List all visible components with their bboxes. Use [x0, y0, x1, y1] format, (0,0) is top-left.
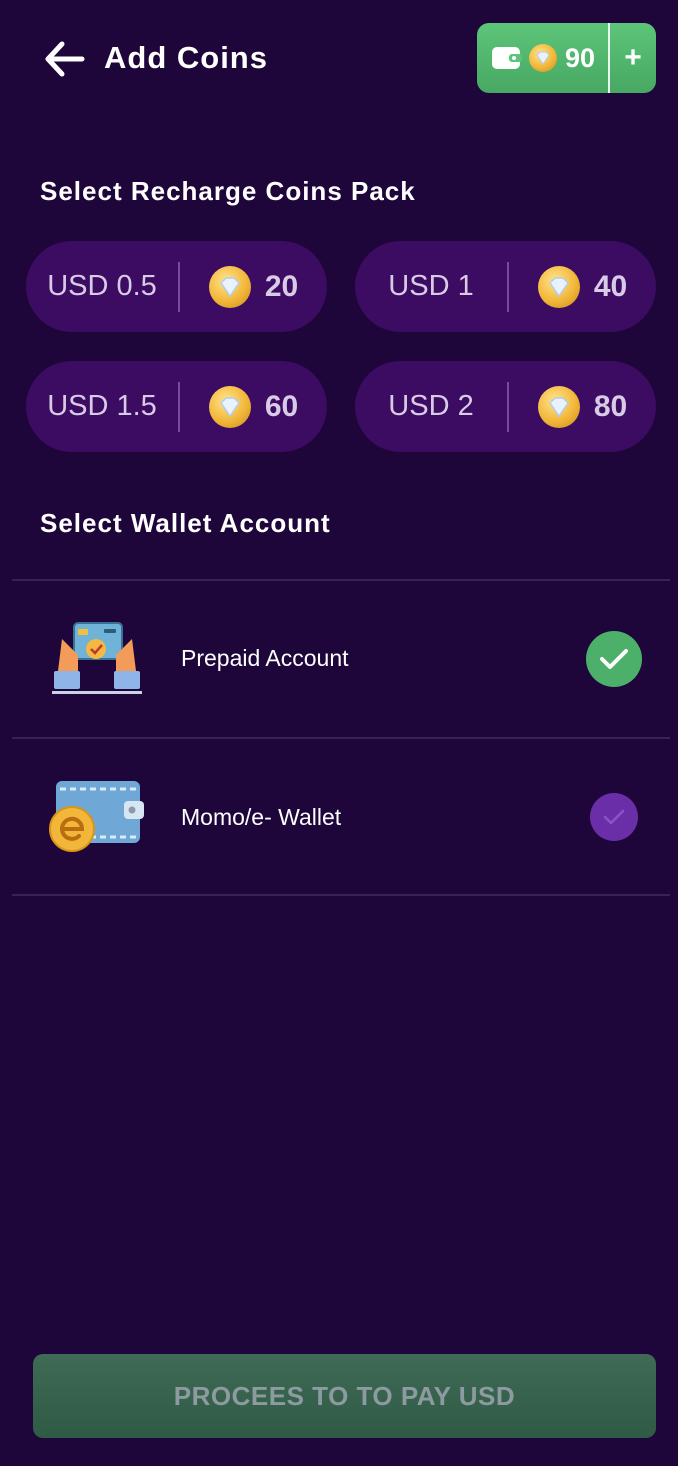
e-wallet-icon: [49, 781, 144, 852]
recharge-section-title: Select Recharge Coins Pack: [40, 176, 416, 206]
prepaid-card-icon: [52, 622, 142, 694]
coin-pack-3[interactable]: USD 1.5 60: [26, 361, 327, 452]
coin-balance: 90: [565, 42, 596, 73]
add-coins-screen: Add Coins 90 + Select Recharge Coins Pac…: [0, 0, 678, 1466]
wallet-balance[interactable]: 90: [477, 23, 608, 93]
pack-coins: 60: [264, 389, 299, 423]
wallet-option-prepaid[interactable]: Prepaid Account: [12, 581, 670, 737]
check-icon: [600, 649, 628, 669]
add-coins-button[interactable]: +: [610, 23, 656, 93]
coin-pack-1[interactable]: USD 0.5 20: [26, 241, 327, 332]
wallet-option-label: Momo/e- Wallet: [181, 804, 342, 830]
pack-price: USD 2: [388, 390, 474, 422]
coin-icon: [537, 265, 580, 308]
pack-coins: 20: [264, 269, 299, 303]
divider: [12, 894, 670, 896]
coin-icon: [529, 44, 557, 72]
wallet-option-label: Prepaid Account: [181, 645, 349, 671]
wallet-option-momo[interactable]: Momo/e- Wallet: [12, 739, 670, 895]
coin-icon: [208, 265, 251, 308]
selected-check[interactable]: [586, 631, 642, 687]
coin-icon: [208, 385, 251, 428]
coin-icon: [537, 385, 580, 428]
pack-coins: 80: [593, 389, 628, 423]
pack-price: USD 1: [388, 270, 474, 302]
wallet-icon: [492, 47, 522, 69]
arrow-left-icon: [45, 41, 85, 77]
unselected-check[interactable]: [590, 793, 638, 841]
proceed-to-pay-button[interactable]: PROCEES TO TO PAY USD: [33, 1354, 656, 1438]
wallet-balance-chip[interactable]: 90 +: [477, 23, 656, 93]
back-button[interactable]: [44, 40, 86, 78]
wallet-section-title: Select Wallet Account: [40, 508, 331, 538]
page-title: Add Coins: [104, 40, 268, 75]
pack-price: USD 1.5: [47, 390, 157, 422]
pack-coins: 40: [593, 269, 628, 303]
check-icon: [603, 809, 625, 825]
coin-pack-4[interactable]: USD 2 80: [355, 361, 656, 452]
pack-price: USD 0.5: [47, 270, 157, 302]
coin-pack-2[interactable]: USD 1 40: [355, 241, 656, 332]
